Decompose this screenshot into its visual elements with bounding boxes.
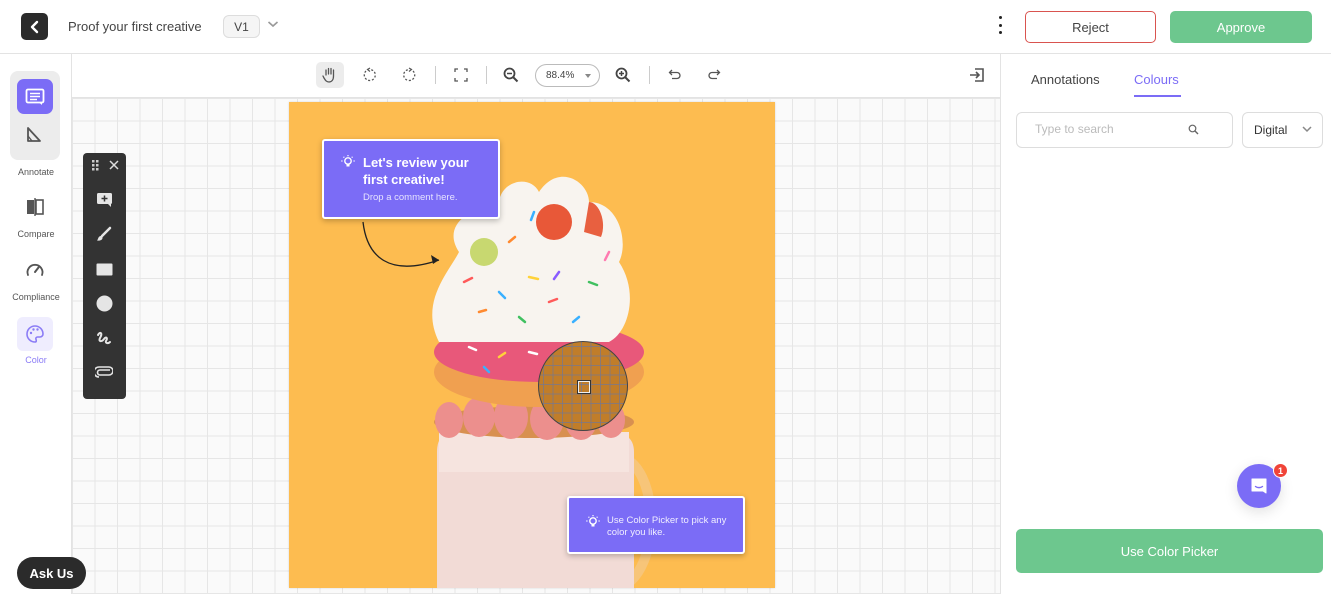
loupe-center-pixel bbox=[577, 380, 591, 394]
onboarding-tooltip-color-picker: Use Color Picker to pick any color you l… bbox=[567, 496, 745, 554]
left-nav: Annotate Compare Compliance Color bbox=[0, 54, 72, 594]
zoom-in-button[interactable] bbox=[609, 62, 637, 88]
annotate-measure-button[interactable] bbox=[25, 126, 43, 149]
compare-icon[interactable] bbox=[25, 197, 45, 217]
caret-down-icon bbox=[585, 74, 591, 78]
toolbar-divider bbox=[435, 66, 436, 84]
back-button[interactable] bbox=[21, 13, 48, 40]
hand-tool-button[interactable] bbox=[316, 62, 344, 88]
colour-search-input[interactable] bbox=[1035, 122, 1185, 136]
zoom-level-value: 88.4% bbox=[546, 70, 575, 81]
zoom-out-button[interactable] bbox=[497, 62, 525, 88]
brush-tool[interactable] bbox=[94, 224, 114, 244]
color-nav-button[interactable] bbox=[17, 317, 53, 351]
palette-icon bbox=[26, 325, 44, 343]
chat-notification-badge: 1 bbox=[1273, 463, 1288, 478]
zoom-level-select[interactable]: 88.4% bbox=[535, 64, 600, 87]
rotate-right-icon bbox=[403, 67, 416, 82]
attachment-icon bbox=[95, 366, 113, 378]
exit-panel-icon bbox=[970, 68, 984, 82]
close-icon[interactable] bbox=[109, 160, 119, 170]
undo-button[interactable] bbox=[661, 62, 689, 88]
freehand-tool[interactable] bbox=[94, 328, 114, 348]
hand-icon bbox=[322, 67, 335, 83]
fit-screen-button[interactable] bbox=[447, 62, 475, 88]
tooltip-title: Let's review your first creative! bbox=[363, 155, 469, 187]
canvas-toolbar: 88.4% bbox=[72, 54, 1000, 98]
approve-button[interactable]: Approve bbox=[1170, 11, 1312, 43]
freehand-icon bbox=[97, 331, 111, 345]
fit-screen-icon bbox=[454, 68, 468, 82]
colour-search-box bbox=[1016, 112, 1233, 148]
undo-icon bbox=[668, 69, 681, 80]
color-mode-select[interactable]: Digital bbox=[1242, 112, 1323, 148]
nav-label-annotate[interactable]: Annotate bbox=[0, 167, 72, 177]
nav-label-compliance[interactable]: Compliance bbox=[0, 292, 72, 302]
color-mode-value: Digital bbox=[1254, 123, 1288, 137]
rectangle-icon bbox=[96, 263, 112, 275]
lightbulb-icon bbox=[586, 515, 600, 527]
circle-tool[interactable] bbox=[94, 293, 114, 313]
use-color-picker-button[interactable]: Use Color Picker bbox=[1016, 529, 1323, 573]
lightbulb-icon bbox=[341, 155, 355, 167]
tooltip-subtitle: Drop a comment here. bbox=[363, 192, 458, 203]
top-bar: Proof your first creative V1 Reject Appr… bbox=[0, 0, 1331, 54]
toolbar-divider bbox=[649, 66, 650, 84]
rectangle-tool[interactable] bbox=[94, 259, 114, 279]
tab-annotations[interactable]: Annotations bbox=[1031, 72, 1100, 87]
chat-icon bbox=[1251, 478, 1267, 494]
nav-label-compare[interactable]: Compare bbox=[0, 229, 72, 239]
zoom-in-icon bbox=[615, 67, 631, 83]
page-title: Proof your first creative bbox=[68, 19, 202, 34]
reject-button[interactable]: Reject bbox=[1025, 11, 1156, 43]
annotate-group bbox=[10, 71, 60, 160]
canvas-area[interactable] bbox=[72, 98, 1000, 594]
redo-icon bbox=[708, 69, 721, 80]
color-picker-loupe[interactable] bbox=[538, 341, 628, 431]
add-comment-tool[interactable] bbox=[94, 190, 114, 210]
circle-icon bbox=[96, 295, 112, 311]
ask-us-button[interactable]: Ask Us bbox=[17, 557, 86, 589]
version-badge[interactable]: V1 bbox=[223, 15, 260, 38]
comment-icon bbox=[25, 88, 45, 105]
attachment-tool[interactable] bbox=[94, 362, 114, 382]
rotate-right-button[interactable] bbox=[395, 62, 423, 88]
version-chevron-down-icon[interactable] bbox=[267, 19, 279, 29]
chevron-down-icon bbox=[1302, 126, 1312, 133]
gauge-icon[interactable] bbox=[25, 261, 45, 279]
nav-label-color[interactable]: Color bbox=[0, 355, 72, 365]
redo-button[interactable] bbox=[700, 62, 728, 88]
more-options-icon[interactable] bbox=[996, 16, 1004, 34]
chevron-left-icon bbox=[30, 20, 38, 33]
rotate-left-button[interactable] bbox=[356, 62, 384, 88]
zoom-out-icon bbox=[503, 67, 519, 83]
set-square-icon bbox=[27, 127, 41, 142]
collapse-panel-button[interactable] bbox=[963, 62, 991, 88]
toolbar-divider bbox=[486, 66, 487, 84]
brush-icon bbox=[97, 226, 112, 241]
rotate-left-icon bbox=[363, 67, 376, 82]
tab-colours[interactable]: Colours bbox=[1134, 72, 1179, 87]
add-comment-icon bbox=[96, 193, 112, 207]
palette-header bbox=[83, 159, 126, 173]
tooltip-text: Use Color Picker to pick any color you l… bbox=[607, 515, 727, 538]
active-tab-indicator bbox=[1134, 95, 1181, 97]
annotation-tool-palette bbox=[83, 153, 126, 399]
onboarding-tooltip-review: Let's review your first creative! Drop a… bbox=[322, 139, 500, 219]
drag-handle-icon[interactable] bbox=[92, 160, 100, 171]
search-icon[interactable] bbox=[1188, 124, 1199, 135]
right-panel: Annotations Colours Digital Use Color Pi… bbox=[1000, 54, 1331, 594]
annotate-comment-button[interactable] bbox=[17, 79, 53, 114]
